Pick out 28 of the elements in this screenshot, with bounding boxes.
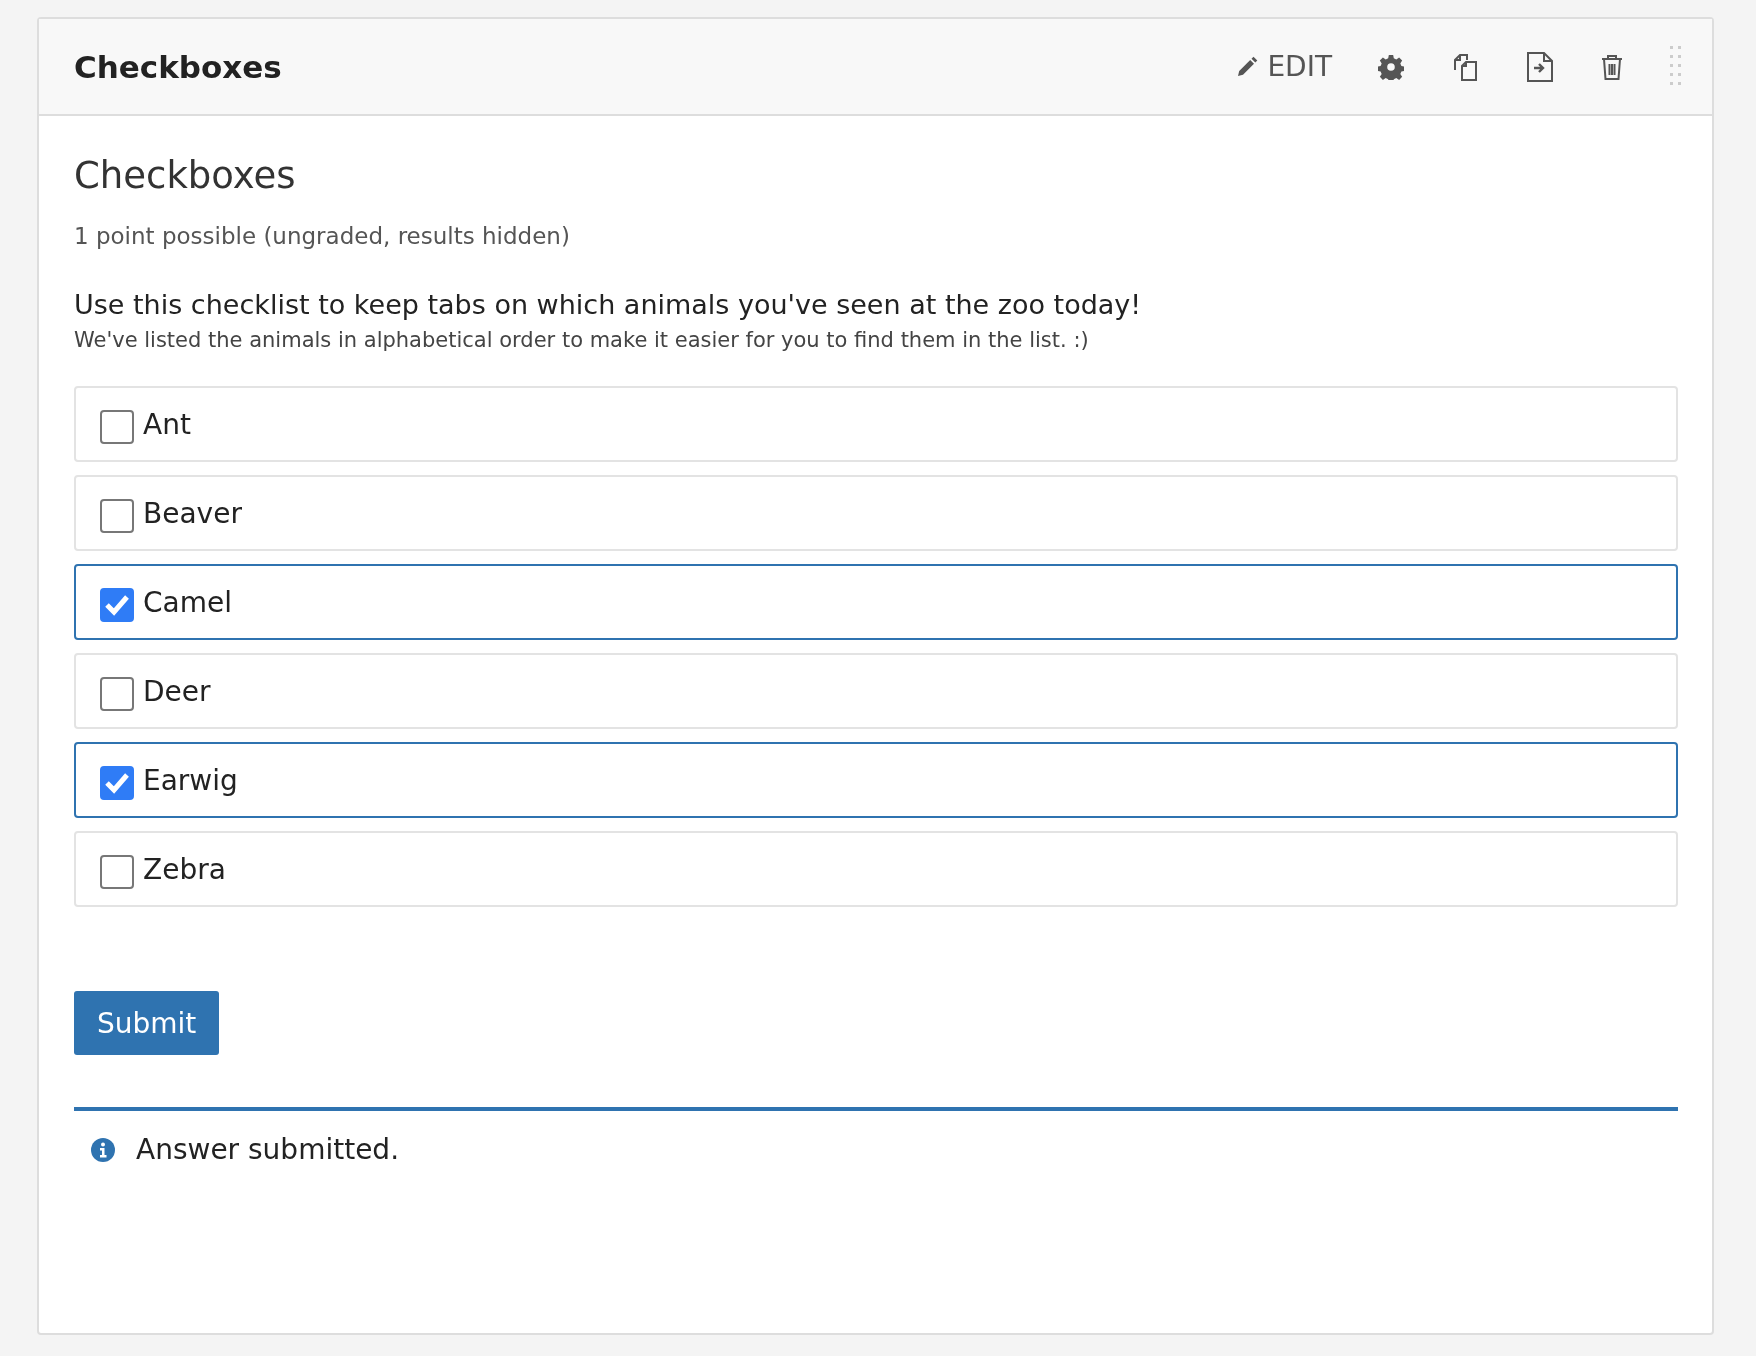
checkbox[interactable] bbox=[100, 588, 134, 622]
status-message: Answer submitted. bbox=[136, 1133, 400, 1166]
checkbox-option[interactable]: Earwig bbox=[74, 742, 1678, 818]
checkbox-option[interactable]: Camel bbox=[74, 564, 1678, 640]
checkbox[interactable] bbox=[100, 766, 134, 800]
checkbox-option[interactable]: Ant bbox=[74, 386, 1678, 462]
info-icon bbox=[90, 1136, 116, 1163]
drag-handle-icon[interactable] bbox=[1670, 45, 1682, 88]
component-title: Checkboxes bbox=[74, 48, 283, 85]
checkmark-icon bbox=[104, 772, 130, 794]
checkbox[interactable] bbox=[100, 855, 134, 889]
checkbox[interactable] bbox=[100, 677, 134, 711]
problem-title: Checkboxes bbox=[74, 154, 297, 197]
points-text: 1 point possible (ungraded, results hidden) bbox=[74, 223, 571, 249]
checkbox[interactable] bbox=[100, 410, 134, 444]
file-arrow-icon[interactable] bbox=[1526, 50, 1554, 83]
problem-hint: We've listed the animals in alphabetical order to make it easier for you to find them in the list. :) bbox=[74, 328, 1090, 352]
checkbox[interactable] bbox=[100, 499, 134, 533]
checkbox-option[interactable]: Beaver bbox=[74, 475, 1678, 551]
submit-button[interactable]: Submit bbox=[74, 991, 220, 1055]
checkmark-icon bbox=[104, 594, 130, 616]
trash-icon[interactable] bbox=[1600, 52, 1624, 81]
settings-icon[interactable] bbox=[1378, 53, 1404, 80]
problem-prompt: Use this checklist to keep tabs on which animals you've seen at the zoo today! bbox=[74, 289, 1143, 320]
checkbox-option[interactable]: Zebra bbox=[74, 831, 1678, 907]
checkbox-option[interactable]: Deer bbox=[74, 653, 1678, 729]
edit-button[interactable]: EDIT bbox=[1235, 50, 1332, 83]
pencil-icon bbox=[1235, 54, 1260, 79]
